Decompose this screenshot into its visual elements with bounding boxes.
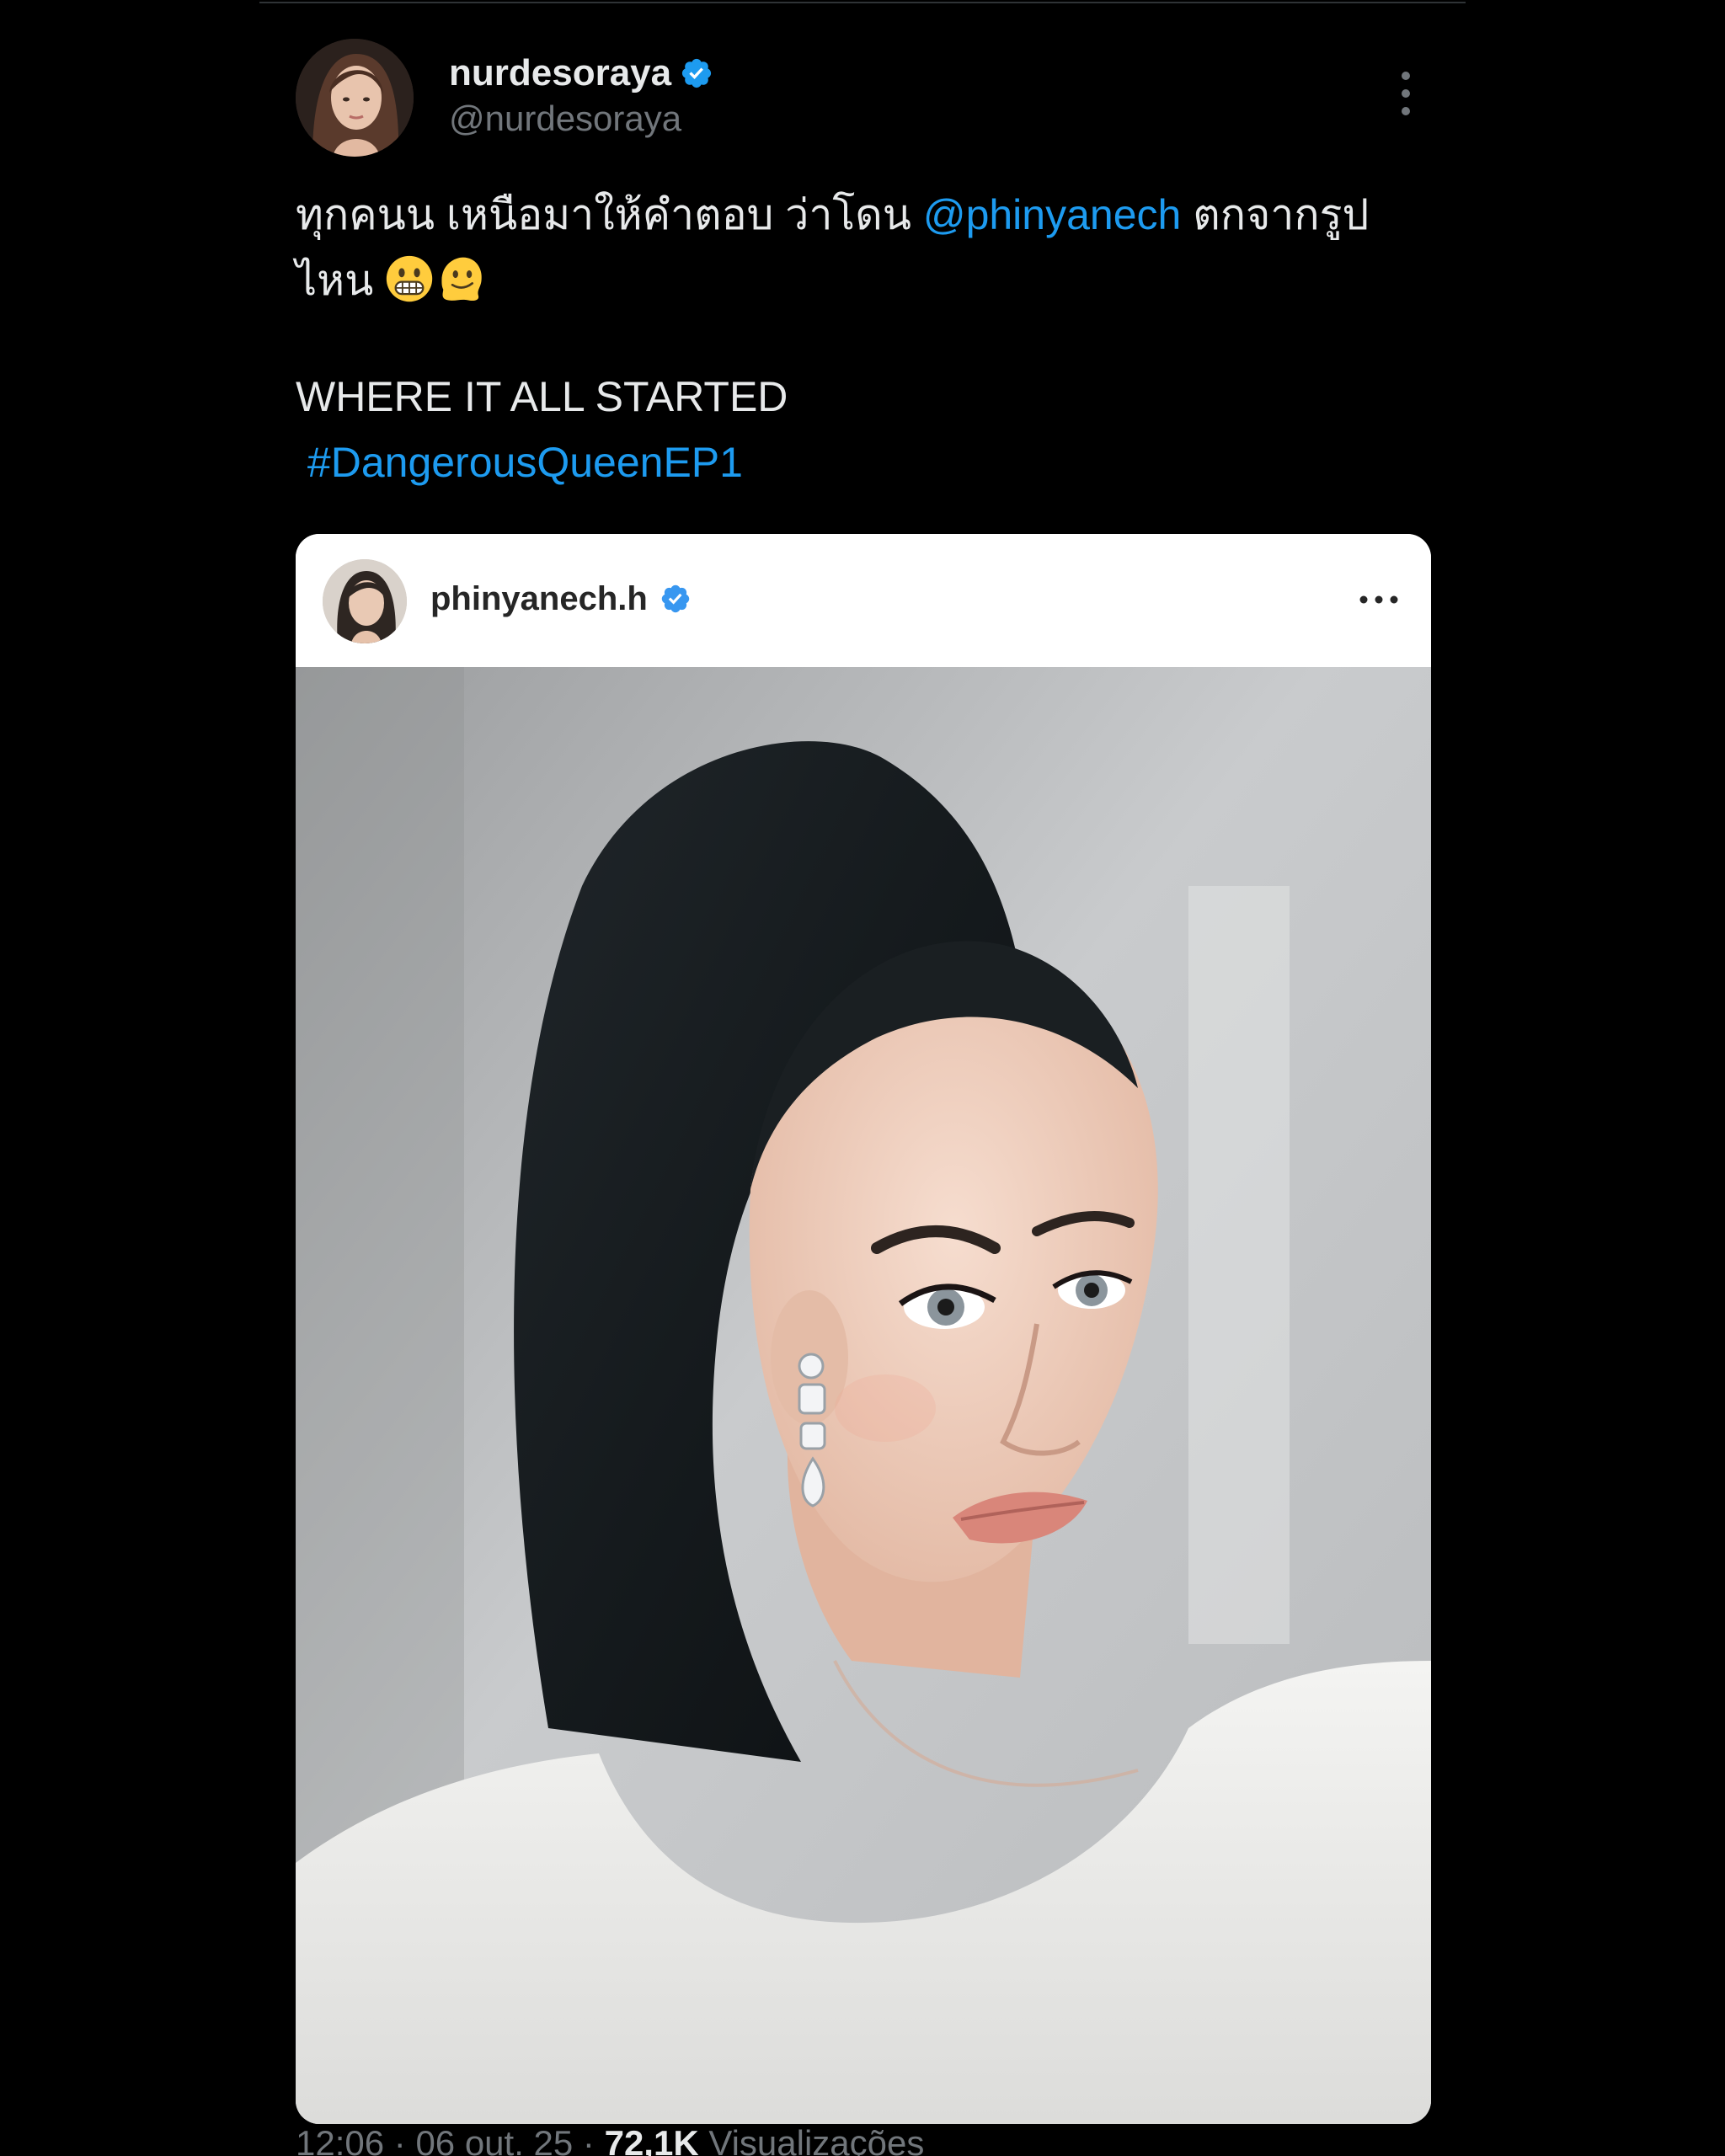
top-divider bbox=[259, 2, 1466, 3]
tweet-text-line-1: ทุกคนน เหนือมาให้คำตอบ ว่าโดน @phinyanec… bbox=[296, 182, 1424, 248]
meta-separator: · bbox=[384, 2123, 416, 2156]
author-avatar[interactable] bbox=[296, 39, 414, 157]
tweet-text-segment: ไหน bbox=[296, 257, 386, 304]
portrait-photo-image bbox=[296, 667, 1431, 2124]
instagram-verified-icon bbox=[661, 584, 690, 613]
mention-link[interactable]: @phinyanech bbox=[923, 191, 1182, 238]
more-options-icon[interactable] bbox=[1394, 64, 1418, 123]
tweet-meta-row: 12:06 · 06 out. 25 · 72,1K Visualizações bbox=[296, 2121, 1424, 2156]
tweet-text-segment: ตกจากรูป bbox=[1181, 191, 1370, 238]
author-name-row[interactable]: nurdesoraya bbox=[449, 51, 713, 96]
verified-badge-icon bbox=[682, 58, 712, 88]
tweet-text-line-3: WHERE IT ALL STARTED bbox=[296, 373, 788, 420]
portrait-photo bbox=[296, 667, 1431, 2124]
meta-separator: · bbox=[573, 2123, 605, 2156]
instagram-avatar-image bbox=[323, 559, 407, 643]
author-avatar-image bbox=[296, 39, 414, 157]
instagram-avatar bbox=[323, 559, 407, 643]
tweet-text-line-2: ไหน bbox=[296, 248, 1424, 313]
tweet-text: ทุกคนน เหนือมาให้คำตอบ ว่าโดน @phinyanec… bbox=[296, 182, 1424, 495]
author-display-name[interactable]: nurdesoraya bbox=[449, 51, 671, 96]
views-label: Visualizações bbox=[698, 2123, 925, 2156]
tweet-text-segment: ทุกคนน เหนือมาให้คำตอบ ว่าโดน bbox=[296, 191, 923, 238]
grimacing-face-emoji-icon bbox=[387, 255, 433, 302]
instagram-post-header: phinyanech.h bbox=[296, 534, 1431, 667]
instagram-username: phinyanech.h bbox=[430, 580, 648, 617]
author-handle[interactable]: @nurdesoraya bbox=[449, 96, 681, 141]
tweet-date[interactable]: 06 out. 25 bbox=[415, 2123, 573, 2156]
views-count: 72,1K bbox=[604, 2123, 699, 2156]
instagram-username-row: phinyanech.h bbox=[430, 578, 692, 620]
tweet-media[interactable]: phinyanech.h bbox=[296, 534, 1431, 2124]
hashtag-link[interactable]: #DangerousQueenEP1 bbox=[307, 439, 743, 486]
melting-face-emoji-icon bbox=[441, 257, 482, 302]
tweet-text-line-4: #DangerousQueenEP1 bbox=[296, 430, 1424, 495]
instagram-more-icon bbox=[1359, 595, 1398, 604]
tweet-time[interactable]: 12:06 bbox=[296, 2123, 384, 2156]
